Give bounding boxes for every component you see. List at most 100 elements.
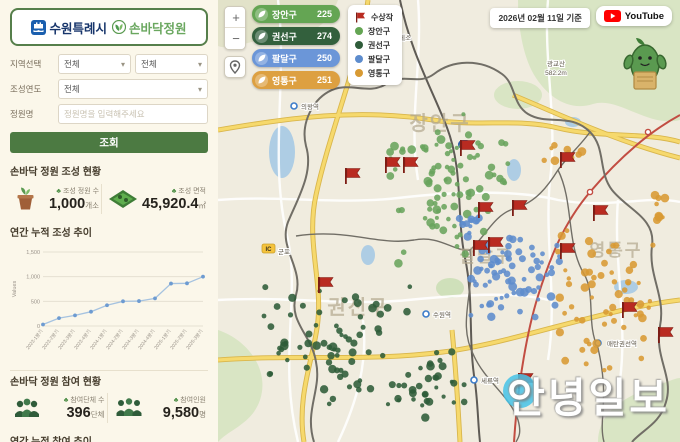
garden-dot-장안구[interactable] (461, 112, 466, 117)
garden-dot-장안구[interactable] (434, 162, 442, 170)
garden-dot-권선구[interactable] (434, 372, 442, 380)
garden-dot-장안구[interactable] (443, 177, 448, 182)
zoom-in-button[interactable]: + (225, 7, 245, 28)
garden-dot-영통구[interactable] (563, 268, 568, 273)
garden-dot-팔달구[interactable] (460, 221, 465, 226)
garden-dot-권선구[interactable] (302, 354, 308, 360)
garden-dot-팔달구[interactable] (539, 260, 544, 265)
garden-dot-권선구[interactable] (437, 357, 443, 363)
garden-dot-팔달구[interactable] (505, 278, 512, 285)
garden-dot-팔달구[interactable] (468, 224, 473, 229)
garden-dot-영통구[interactable] (586, 341, 592, 347)
garden-dot-팔달구[interactable] (482, 282, 488, 288)
garden-dot-팔달구[interactable] (463, 232, 472, 241)
garden-dot-장안구[interactable] (484, 170, 494, 180)
garden-dot-영통구[interactable] (564, 228, 570, 234)
garden-dot-장안구[interactable] (498, 139, 505, 147)
garden-dot-영통구[interactable] (591, 274, 597, 281)
garden-dot-팔달구[interactable] (504, 250, 512, 258)
garden-dot-장안구[interactable] (436, 208, 441, 214)
garden-dot-권선구[interactable] (405, 371, 412, 378)
garden-dot-권선구[interactable] (365, 349, 372, 356)
garden-dot-권선구[interactable] (299, 302, 306, 309)
garden-dot-팔달구[interactable] (534, 263, 541, 271)
garden-dot-장안구[interactable] (475, 140, 481, 146)
garden-dot-장안구[interactable] (446, 216, 451, 222)
garden-dot-팔달구[interactable] (494, 296, 499, 301)
garden-dot-영통구[interactable] (621, 287, 628, 293)
garden-dot-권선구[interactable] (403, 307, 411, 316)
garden-dot-팔달구[interactable] (555, 257, 563, 266)
garden-dot-영통구[interactable] (587, 280, 596, 289)
garden-dot-권선구[interactable] (411, 397, 416, 402)
garden-dot-장안구[interactable] (390, 141, 399, 151)
garden-dot-팔달구[interactable] (536, 297, 541, 302)
garden-dot-영통구[interactable] (625, 266, 634, 275)
garden-dot-장안구[interactable] (457, 162, 464, 169)
garden-dot-권선구[interactable] (376, 310, 384, 318)
garden-dot-팔달구[interactable] (509, 235, 517, 244)
garden-dot-영통구[interactable] (585, 268, 593, 276)
garden-dot-권선구[interactable] (441, 394, 446, 399)
garden-dot-영통구[interactable] (575, 151, 582, 158)
current-location-button[interactable] (224, 56, 246, 78)
garden-dot-영통구[interactable] (565, 281, 573, 288)
garden-dot-권선구[interactable] (338, 367, 344, 373)
garden-dot-장안구[interactable] (496, 174, 504, 183)
garden-dot-권선구[interactable] (348, 348, 357, 357)
garden-dot-팔달구[interactable] (489, 254, 499, 264)
garden-dot-팔달구[interactable] (518, 255, 526, 263)
garden-dot-권선구[interactable] (401, 382, 408, 389)
garden-dot-장안구[interactable] (454, 181, 460, 187)
garden-dot-영통구[interactable] (592, 339, 601, 348)
garden-dot-팔달구[interactable] (548, 269, 555, 277)
garden-dot-장안구[interactable] (436, 135, 446, 144)
garden-dot-영통구[interactable] (638, 313, 647, 323)
garden-dot-권선구[interactable] (287, 312, 294, 318)
garden-dot-장안구[interactable] (466, 188, 476, 197)
garden-dot-권선구[interactable] (326, 344, 333, 351)
youtube-button[interactable]: YouTube (595, 6, 672, 26)
garden-dot-권선구[interactable] (383, 304, 392, 312)
garden-dot-팔달구[interactable] (487, 279, 492, 284)
garden-dot-영통구[interactable] (574, 316, 580, 322)
garden-dot-팔달구[interactable] (551, 301, 559, 309)
garden-dot-권선구[interactable] (356, 386, 362, 393)
garden-dot-팔달구[interactable] (501, 268, 507, 274)
garden-dot-팔달구[interactable] (531, 313, 539, 321)
garden-dot-영통구[interactable] (636, 300, 645, 309)
garden-dot-권선구[interactable] (261, 313, 267, 319)
garden-dot-영통구[interactable] (601, 259, 608, 267)
garden-dot-영통구[interactable] (650, 190, 660, 200)
garden-dot-팔달구[interactable] (484, 267, 490, 274)
garden-dot-팔달구[interactable] (505, 242, 512, 250)
garden-dot-장안구[interactable] (392, 167, 398, 172)
garden-dot-장안구[interactable] (419, 144, 426, 150)
garden-dot-권선구[interactable] (334, 353, 340, 358)
garden-dot-권선구[interactable] (334, 323, 339, 329)
garden-dot-장안구[interactable] (445, 142, 453, 150)
garden-dot-영통구[interactable] (562, 310, 567, 316)
garden-dot-권선구[interactable] (426, 361, 435, 371)
garden-dot-권선구[interactable] (372, 300, 380, 308)
garden-dot-권선구[interactable] (434, 350, 440, 356)
garden-dot-권선구[interactable] (348, 358, 356, 365)
garden-dot-권선구[interactable] (280, 341, 289, 351)
garden-dot-장안구[interactable] (429, 168, 436, 175)
garden-dot-영통구[interactable] (603, 309, 609, 315)
garden-dot-권선구[interactable] (407, 284, 413, 290)
garden-dot-권선구[interactable] (420, 403, 425, 408)
garden-dot-권선구[interactable] (356, 331, 363, 339)
garden-dot-장안구[interactable] (505, 161, 511, 167)
garden-dot-권선구[interactable] (449, 379, 454, 384)
garden-dot-영통구[interactable] (566, 276, 571, 281)
garden-dot-장안구[interactable] (475, 152, 480, 158)
garden-dot-팔달구[interactable] (497, 304, 505, 311)
garden-dot-팔달구[interactable] (517, 236, 524, 243)
garden-dot-팔달구[interactable] (487, 312, 496, 321)
garden-dot-장안구[interactable] (464, 131, 473, 139)
garden-dot-팔달구[interactable] (455, 214, 463, 223)
garden-dot-권선구[interactable] (418, 365, 423, 371)
garden-dot-영통구[interactable] (614, 290, 623, 299)
garden-dot-장안구[interactable] (426, 218, 435, 227)
